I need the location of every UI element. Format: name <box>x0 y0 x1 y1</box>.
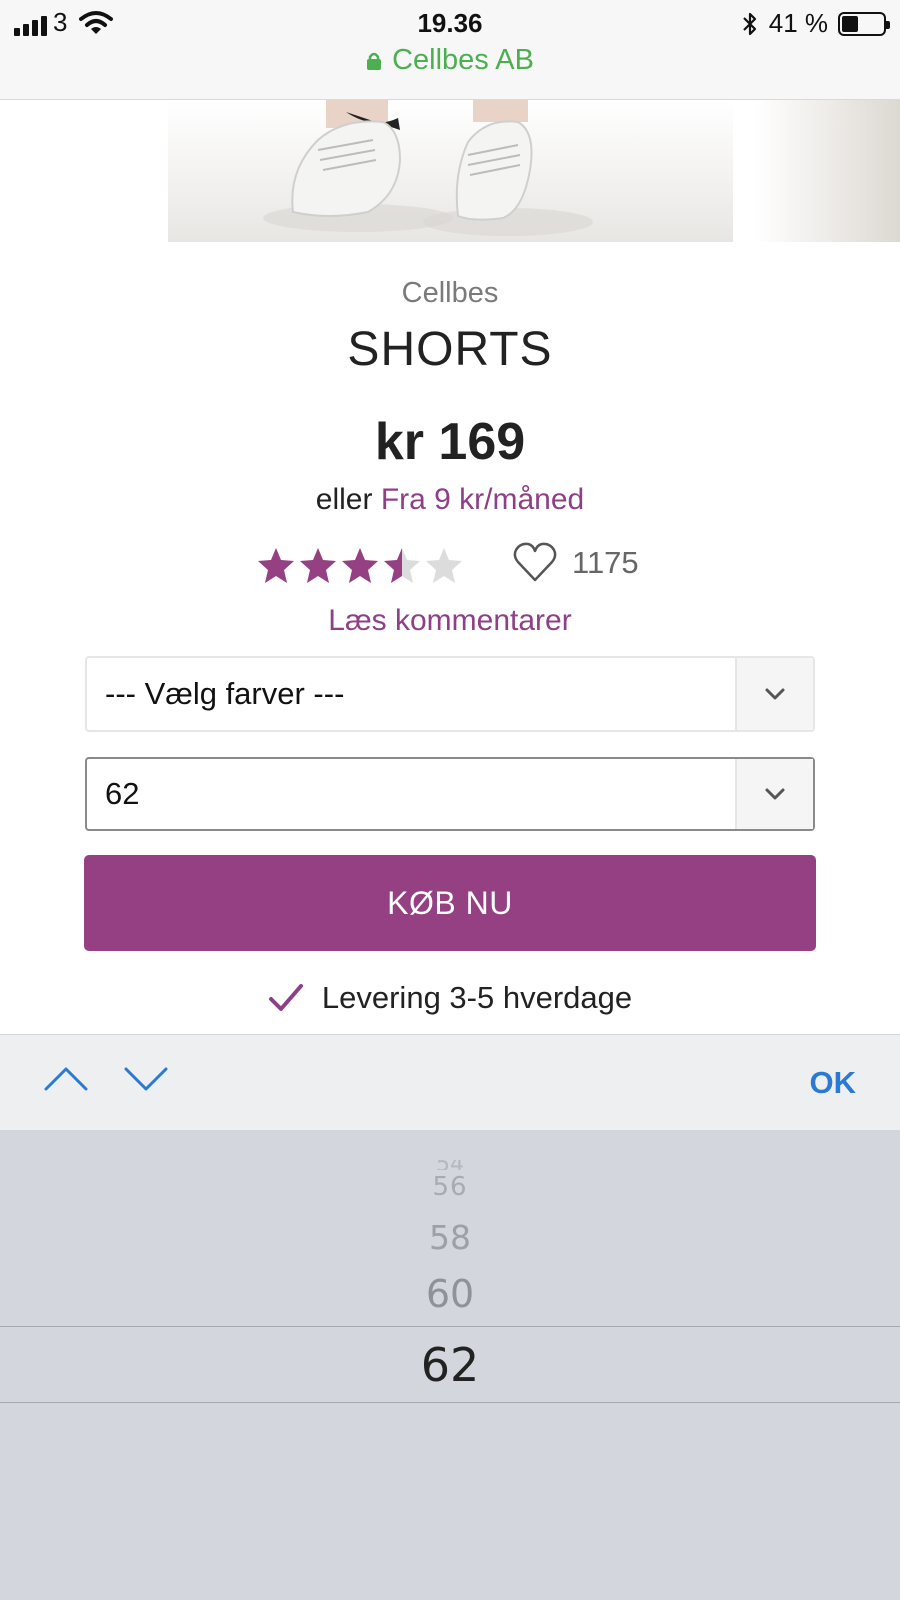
chevron-down-icon <box>765 688 785 700</box>
bluetooth-icon <box>742 12 756 35</box>
product-brand: Cellbes <box>401 277 499 309</box>
picker-selected-option[interactable]: 62 <box>0 1338 900 1392</box>
product-image[interactable] <box>0 100 900 242</box>
battery-percent: 41 % <box>768 8 828 38</box>
size-select[interactable]: 62 <box>85 757 815 831</box>
picker-option[interactable]: 54 <box>0 1160 900 1170</box>
size-select-arrow[interactable] <box>735 759 813 829</box>
delivery-info: Levering 3-5 hverdage <box>0 980 900 1016</box>
rating-row: 1175 <box>0 540 900 600</box>
picker-ok-button[interactable]: OK <box>810 1065 857 1101</box>
picker-option[interactable]: 58 <box>0 1218 900 1257</box>
picker-option[interactable]: 56 <box>0 1172 900 1202</box>
picker-toolbar: OK <box>0 1034 900 1130</box>
browser-status-bar: 3 19.36 41 % Cellbes AB <box>0 0 900 100</box>
chevron-down-icon[interactable] <box>122 1063 170 1095</box>
size-select-value: 62 <box>105 776 140 811</box>
site-name: Cellbes AB <box>392 44 534 76</box>
rating-stars[interactable] <box>256 546 464 586</box>
star-icon <box>300 548 336 583</box>
battery-level <box>842 15 859 32</box>
star-icon <box>258 548 294 583</box>
star-icon <box>342 548 378 583</box>
star-icon <box>426 548 462 583</box>
heart-icon[interactable] <box>512 540 558 586</box>
product-price: kr 169 <box>374 413 526 471</box>
read-comments-link[interactable]: Læs kommentarer <box>0 604 900 638</box>
product-title: SHORTS <box>347 323 553 376</box>
star-icon <box>384 548 420 583</box>
picker-selection-bottom-line <box>0 1402 900 1403</box>
installment-info: eller Fra 9 kr/måned <box>0 483 900 517</box>
chevron-down-icon <box>765 788 785 800</box>
address-bar[interactable]: Cellbes AB <box>0 44 900 77</box>
lock-icon <box>367 52 382 70</box>
color-select-value: --- Vælg farver --- <box>105 676 345 711</box>
sneakers-image <box>263 100 593 236</box>
installment-link[interactable]: Fra 9 kr/måned <box>381 483 584 516</box>
screen: 3 19.36 41 % Cellbes AB Cellbes SHORTS k… <box>0 0 900 1600</box>
color-select[interactable]: --- Vælg farver --- <box>85 656 815 732</box>
size-picker-wheel[interactable]: 54 56 58 60 62 <box>0 1130 900 1600</box>
chevron-up-icon[interactable] <box>42 1063 90 1095</box>
delivery-text: Levering 3-5 hverdage <box>321 980 633 1015</box>
picker-option[interactable]: 60 <box>0 1272 900 1316</box>
buy-now-button[interactable]: KØB NU <box>84 855 816 951</box>
like-count: 1175 <box>572 545 639 580</box>
color-select-arrow[interactable] <box>735 658 813 730</box>
likes[interactable]: 1175 <box>512 540 639 586</box>
status-right: 41 % <box>741 8 890 39</box>
battery-icon <box>838 11 890 36</box>
installment-prefix: eller <box>315 483 373 516</box>
check-icon <box>268 984 303 1011</box>
picker-selection-top-line <box>0 1326 900 1327</box>
